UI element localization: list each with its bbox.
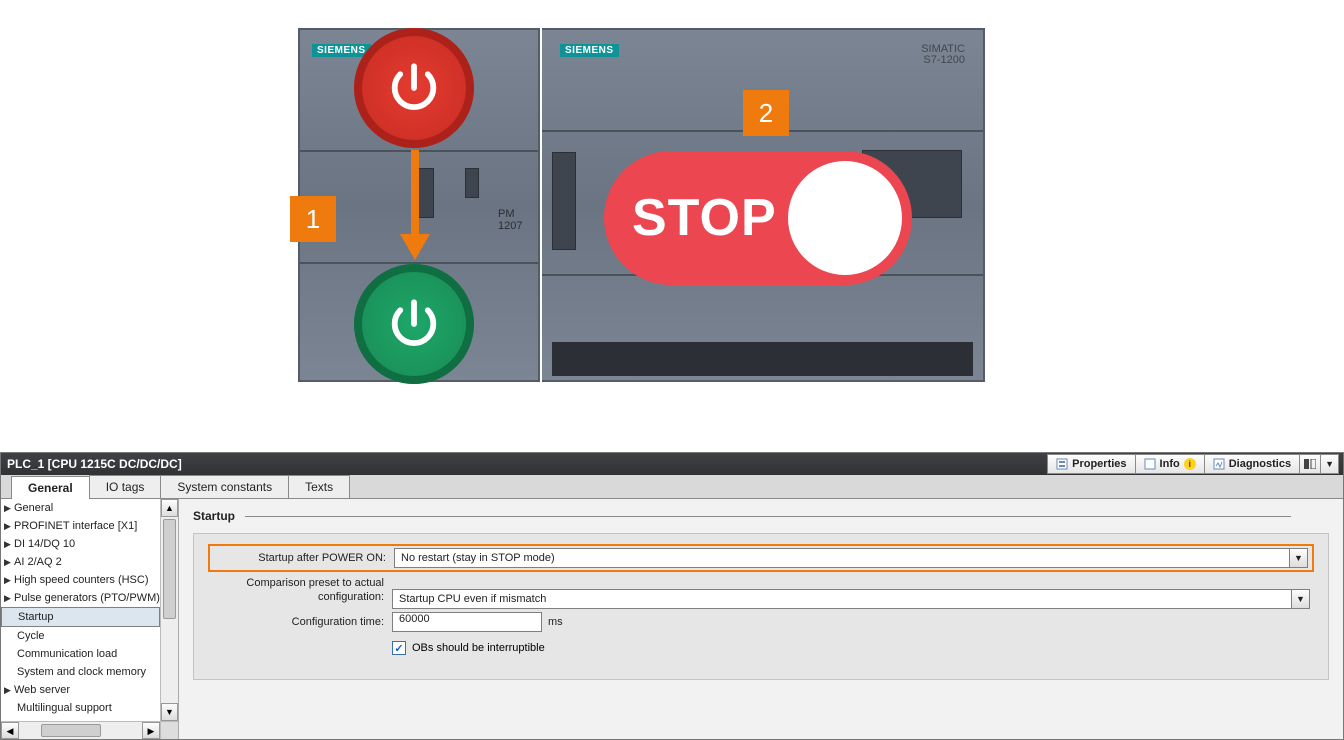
- tab-info-label: Info: [1160, 458, 1180, 470]
- tree-pto-pwm[interactable]: ▶Pulse generators (PTO/PWM): [1, 589, 160, 607]
- badge-2: 2: [743, 90, 789, 136]
- maintab-system-constants[interactable]: System constants: [160, 475, 289, 498]
- row-startup-after-power-on: Startup after POWER ON: No restart (stay…: [208, 544, 1314, 572]
- tree-ai-aq[interactable]: ▶AI 2/AQ 2: [1, 553, 160, 571]
- scroll-left-button[interactable]: ◀: [1, 722, 19, 739]
- select-startup-value: No restart (stay in STOP mode): [401, 552, 555, 564]
- row-config-time: Configuration time: 60000 ms: [212, 609, 1310, 635]
- info-icon: [1144, 458, 1156, 470]
- tree-comm-load[interactable]: Communication load: [1, 645, 160, 663]
- select-comparison[interactable]: Startup CPU even if mismatch ▼: [392, 589, 1310, 609]
- arrow-down-icon: [408, 150, 421, 260]
- maintab-general[interactable]: General: [11, 476, 90, 499]
- section-title: Startup: [193, 509, 1329, 525]
- titlebar-right-tabs: Properties Info i Diagnostics ▼: [1047, 453, 1339, 475]
- tree-general[interactable]: ▶General: [1, 499, 160, 517]
- tree-cycle[interactable]: Cycle: [1, 627, 160, 645]
- brand-left: SIEMENS: [312, 44, 371, 57]
- power-on-icon: [354, 264, 474, 384]
- label-comparison-2: configuration:: [212, 590, 384, 604]
- panel-title-text: PLC_1 [CPU 1215C DC/DC/DC]: [7, 457, 182, 471]
- brand-right: SIEMENS: [560, 44, 619, 57]
- tab-properties[interactable]: Properties: [1047, 454, 1135, 474]
- tab-info[interactable]: Info i: [1136, 454, 1205, 474]
- panel-dock-button[interactable]: [1300, 454, 1321, 474]
- tree-web-server[interactable]: ▶Web server: [1, 681, 160, 699]
- badge-1: 1: [290, 196, 336, 242]
- panel-title: PLC_1 [CPU 1215C DC/DC/DC] Properties In…: [1, 453, 1343, 475]
- tab-diagnostics[interactable]: Diagnostics: [1205, 454, 1300, 474]
- label-obs-interruptible: OBs should be interruptible: [412, 642, 545, 654]
- form-area: Startup after POWER ON: No restart (stay…: [193, 533, 1329, 680]
- tab-properties-label: Properties: [1072, 458, 1126, 470]
- scroll-thumb-h[interactable]: [41, 724, 101, 737]
- row-obs-interruptible: OBs should be interruptible: [212, 635, 1310, 661]
- tree-sys-clock-mem[interactable]: System and clock memory: [1, 663, 160, 681]
- dropdown-icon: ▼: [1291, 590, 1309, 608]
- unit-ms: ms: [548, 616, 563, 628]
- main-tabs: General IO tags System constants Texts: [1, 475, 1343, 499]
- tree-di-dq[interactable]: ▶DI 14/DQ 10: [1, 535, 160, 553]
- maintab-io-tags[interactable]: IO tags: [89, 475, 162, 498]
- label-config-time: Configuration time:: [212, 616, 392, 628]
- select-comparison-value: Startup CPU even if mismatch: [399, 593, 546, 605]
- diagnostics-icon: [1213, 458, 1225, 470]
- input-config-time[interactable]: 60000: [392, 612, 542, 632]
- content-area: Startup Startup after POWER ON: No resta…: [179, 499, 1343, 739]
- stop-toggle: STOP: [604, 151, 912, 285]
- tree-profinet[interactable]: ▶PROFINET interface [X1]: [1, 517, 160, 535]
- power-off-icon: [354, 28, 474, 148]
- label-comparison-1: Comparison preset to actual: [212, 576, 384, 590]
- label-startup-after-power-on: Startup after POWER ON:: [214, 552, 394, 564]
- scroll-thumb-v[interactable]: [163, 519, 176, 619]
- tree-hsc[interactable]: ▶High speed counters (HSC): [1, 571, 160, 589]
- right-module-model: SIMATIC S7-1200: [921, 44, 965, 66]
- row-comparison: Comparison preset to actual configuratio…: [212, 576, 1310, 609]
- checkbox-obs-interruptible[interactable]: [392, 641, 406, 655]
- inspector-panel: PLC_1 [CPU 1215C DC/DC/DC] Properties In…: [0, 452, 1344, 740]
- properties-icon: [1056, 458, 1068, 470]
- maintab-texts[interactable]: Texts: [288, 475, 350, 498]
- tree-multilingual[interactable]: Multilingual support: [1, 699, 160, 717]
- dropdown-icon: ▼: [1289, 549, 1307, 567]
- scroll-right-button[interactable]: ▶: [142, 722, 160, 739]
- sidebar: ▶General ▶PROFINET interface [X1] ▶DI 14…: [1, 499, 179, 739]
- tab-diagnostics-label: Diagnostics: [1229, 458, 1291, 470]
- tree-startup[interactable]: Startup: [1, 607, 160, 627]
- stop-toggle-knob: [788, 161, 902, 275]
- info-badge-icon: i: [1184, 458, 1196, 470]
- select-startup-after-power-on[interactable]: No restart (stay in STOP mode) ▼: [394, 548, 1308, 568]
- sidebar-vscrollbar[interactable]: ▲ ▼: [160, 499, 178, 721]
- stop-toggle-label: STOP: [632, 188, 777, 248]
- chevron-down-icon: ▼: [1325, 459, 1334, 469]
- left-module-label: PM 1207: [498, 208, 538, 232]
- panel-collapse-button[interactable]: ▼: [1321, 454, 1339, 474]
- sidebar-hscrollbar[interactable]: ◀ ▶: [1, 721, 160, 739]
- dock-icon: [1304, 459, 1316, 469]
- scroll-down-button[interactable]: ▼: [161, 703, 178, 721]
- scroll-up-button[interactable]: ▲: [161, 499, 178, 517]
